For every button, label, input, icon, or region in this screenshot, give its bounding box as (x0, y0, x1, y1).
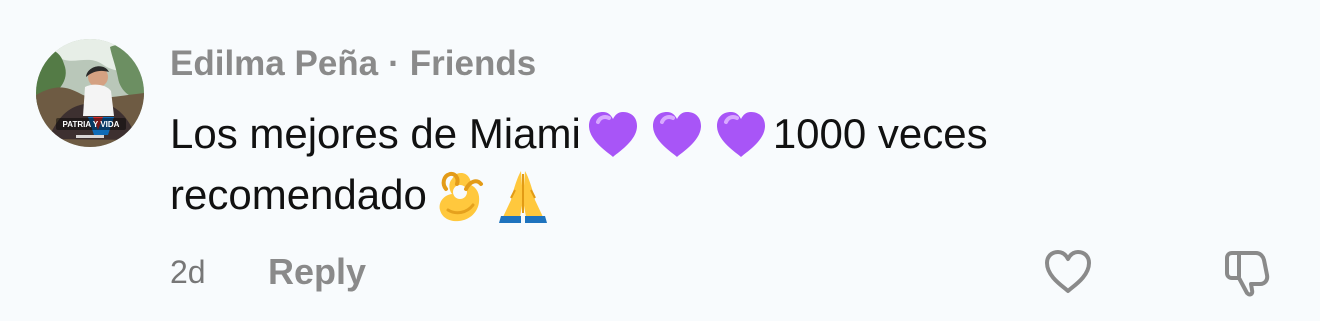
author-name[interactable]: Edilma Peña (170, 44, 378, 84)
dislike-button[interactable] (1222, 246, 1274, 298)
comment-text: Los mejores de Miami 1000 veces recomend… (170, 103, 1120, 225)
comment-line-1: Los mejores de Miami 1000 veces (170, 103, 1120, 164)
comment-header: Edilma Peña · Friends (170, 42, 536, 86)
purple-heart-icon (710, 105, 772, 163)
comment-item: PATRIA Y VIDA Edilma Peña · Friends Los … (0, 0, 1320, 321)
purple-heart-icon (582, 105, 644, 163)
comment-text-prefix: Los mejores de Miami (170, 110, 581, 157)
folded-hands-icon (492, 166, 554, 224)
heart-outline-icon (1045, 250, 1091, 293)
ok-hand-icon (428, 166, 490, 224)
separator-dot: · (388, 44, 400, 83)
relationship-label: Friends (409, 44, 537, 83)
avatar-logo-text: PATRIA Y VIDA (63, 120, 120, 129)
comment-age: 2d (170, 253, 206, 290)
avatar-image: PATRIA Y VIDA (36, 39, 144, 147)
reply-button[interactable]: Reply (268, 251, 366, 293)
purple-heart-icon (646, 105, 708, 163)
comment-text-count: 1000 veces (772, 110, 988, 157)
like-button[interactable] (1042, 246, 1094, 298)
comment-meta: 2d Reply (170, 250, 366, 294)
thumbs-down-icon (1225, 251, 1270, 297)
comment-line-2: recomendado (170, 164, 1120, 225)
avatar[interactable]: PATRIA Y VIDA (36, 39, 144, 147)
comment-text-recommendation: recomendado (170, 171, 427, 218)
